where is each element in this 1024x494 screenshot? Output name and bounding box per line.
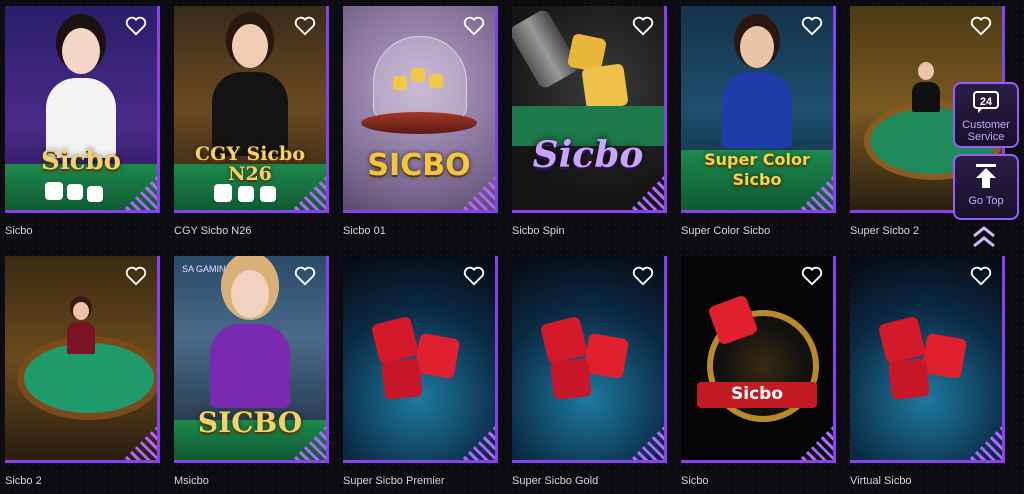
game-title[interactable]: Super Sicbo Premier bbox=[343, 475, 445, 487]
game-thumbnail[interactable] bbox=[5, 256, 160, 463]
favorite-heart-icon[interactable] bbox=[463, 16, 485, 36]
game-thumbnail[interactable]: Sicbo bbox=[5, 6, 160, 213]
favorite-heart-icon[interactable] bbox=[801, 16, 823, 36]
die-icon bbox=[87, 186, 103, 202]
game-title[interactable]: Sicbo 2 bbox=[5, 475, 42, 487]
game-title[interactable]: Sicbo bbox=[681, 475, 709, 487]
favorite-heart-icon[interactable] bbox=[294, 266, 316, 286]
die-icon bbox=[45, 182, 63, 200]
game-grid: Sicbo Sicbo CGY Sicbo N26 CGY Sicbo N26 bbox=[5, 6, 1019, 494]
dealer-image bbox=[66, 302, 96, 356]
favorite-heart-icon[interactable] bbox=[125, 16, 147, 36]
die-icon bbox=[393, 76, 407, 90]
game-card[interactable]: Sicbo Sicbo bbox=[681, 256, 836, 487]
game-thumbnail[interactable]: CGY Sicbo N26 bbox=[174, 6, 329, 213]
game-banner: Sicbo bbox=[40, 146, 121, 176]
die-icon bbox=[429, 74, 443, 88]
go-top-label: Go Top bbox=[968, 195, 1004, 207]
favorite-heart-icon[interactable] bbox=[125, 266, 147, 286]
customer-service-label: Customer Service bbox=[962, 119, 1010, 143]
go-top-button[interactable]: Go Top bbox=[953, 154, 1019, 220]
game-banner: Sicbo bbox=[731, 384, 783, 404]
game-card[interactable]: Sicbo Sicbo Spin bbox=[512, 6, 667, 237]
game-title[interactable]: Sicbo Spin bbox=[512, 225, 565, 237]
favorite-heart-icon[interactable] bbox=[970, 16, 992, 36]
game-card[interactable]: Super Sicbo Premier bbox=[343, 256, 498, 487]
arrow-up-icon bbox=[955, 162, 1017, 193]
game-title[interactable]: Super Sicbo Gold bbox=[512, 475, 598, 487]
die-icon bbox=[888, 358, 930, 400]
game-banner: SICBO bbox=[367, 148, 471, 183]
die-icon bbox=[582, 332, 630, 380]
game-title[interactable]: Super Color Sicbo bbox=[681, 225, 770, 237]
favorite-heart-icon[interactable] bbox=[801, 266, 823, 286]
die-icon bbox=[381, 358, 423, 400]
game-thumbnail[interactable]: Super Color Sicbo bbox=[681, 6, 836, 213]
game-card[interactable]: Virtual Sicbo bbox=[850, 256, 1005, 487]
game-card[interactable]: SA GAMING SICBO Msicbo bbox=[174, 256, 329, 487]
game-thumbnail[interactable] bbox=[512, 256, 667, 463]
game-title[interactable]: Virtual Sicbo bbox=[850, 475, 912, 487]
dealer-image bbox=[717, 26, 797, 156]
game-card[interactable]: SICBO Sicbo 01 bbox=[343, 6, 498, 237]
die-icon bbox=[411, 68, 425, 82]
game-title[interactable]: CGY Sicbo N26 bbox=[174, 225, 251, 237]
game-banner: CGY Sicbo N26 bbox=[195, 143, 305, 185]
die-icon bbox=[581, 63, 629, 111]
game-card[interactable]: Sicbo Sicbo bbox=[5, 6, 160, 237]
game-thumbnail[interactable] bbox=[850, 256, 1005, 463]
game-banner: Super Color Sicbo bbox=[704, 150, 810, 189]
die-icon bbox=[370, 315, 420, 365]
game-banner: Sicbo bbox=[532, 134, 644, 176]
die-icon bbox=[877, 315, 927, 365]
game-thumbnail[interactable]: Sicbo bbox=[681, 256, 836, 463]
die-icon bbox=[67, 184, 83, 200]
game-card[interactable]: Sicbo 2 bbox=[5, 256, 160, 487]
dome-base bbox=[361, 112, 477, 134]
die-icon bbox=[260, 186, 276, 202]
game-thumbnail[interactable]: SA GAMING SICBO bbox=[174, 256, 329, 463]
dealer-image bbox=[205, 270, 295, 420]
favorite-heart-icon[interactable] bbox=[632, 16, 654, 36]
die-icon bbox=[214, 184, 232, 202]
game-thumbnail[interactable] bbox=[343, 256, 498, 463]
die-icon bbox=[920, 332, 968, 380]
game-thumbnail[interactable]: SICBO bbox=[343, 6, 498, 213]
game-thumbnail[interactable]: Sicbo bbox=[512, 6, 667, 213]
favorite-heart-icon[interactable] bbox=[463, 266, 485, 286]
favorite-heart-icon[interactable] bbox=[970, 266, 992, 286]
double-chevron-up-icon[interactable] bbox=[972, 224, 996, 250]
die-icon bbox=[413, 332, 461, 380]
game-title[interactable]: Msicbo bbox=[174, 475, 209, 487]
game-title[interactable]: Sicbo bbox=[5, 225, 33, 237]
game-title[interactable]: Sicbo 01 bbox=[343, 225, 386, 237]
game-title[interactable]: Super Sicbo 2 bbox=[850, 225, 919, 237]
svg-text:24: 24 bbox=[980, 96, 993, 108]
customer-service-button[interactable]: 24 Customer Service bbox=[953, 82, 1019, 148]
game-card[interactable]: CGY Sicbo N26 CGY Sicbo N26 bbox=[174, 6, 329, 237]
die-icon bbox=[550, 358, 592, 400]
game-banner: SICBO bbox=[197, 406, 303, 439]
favorite-heart-icon[interactable] bbox=[294, 16, 316, 36]
die-icon bbox=[238, 186, 254, 202]
favorite-heart-icon[interactable] bbox=[632, 266, 654, 286]
24h-support-icon: 24 bbox=[955, 90, 1017, 117]
die-icon bbox=[539, 315, 589, 365]
game-card[interactable]: Super Sicbo Gold bbox=[512, 256, 667, 487]
dealer-image bbox=[911, 62, 941, 112]
game-card[interactable]: Super Color Sicbo Super Color Sicbo bbox=[681, 6, 836, 237]
